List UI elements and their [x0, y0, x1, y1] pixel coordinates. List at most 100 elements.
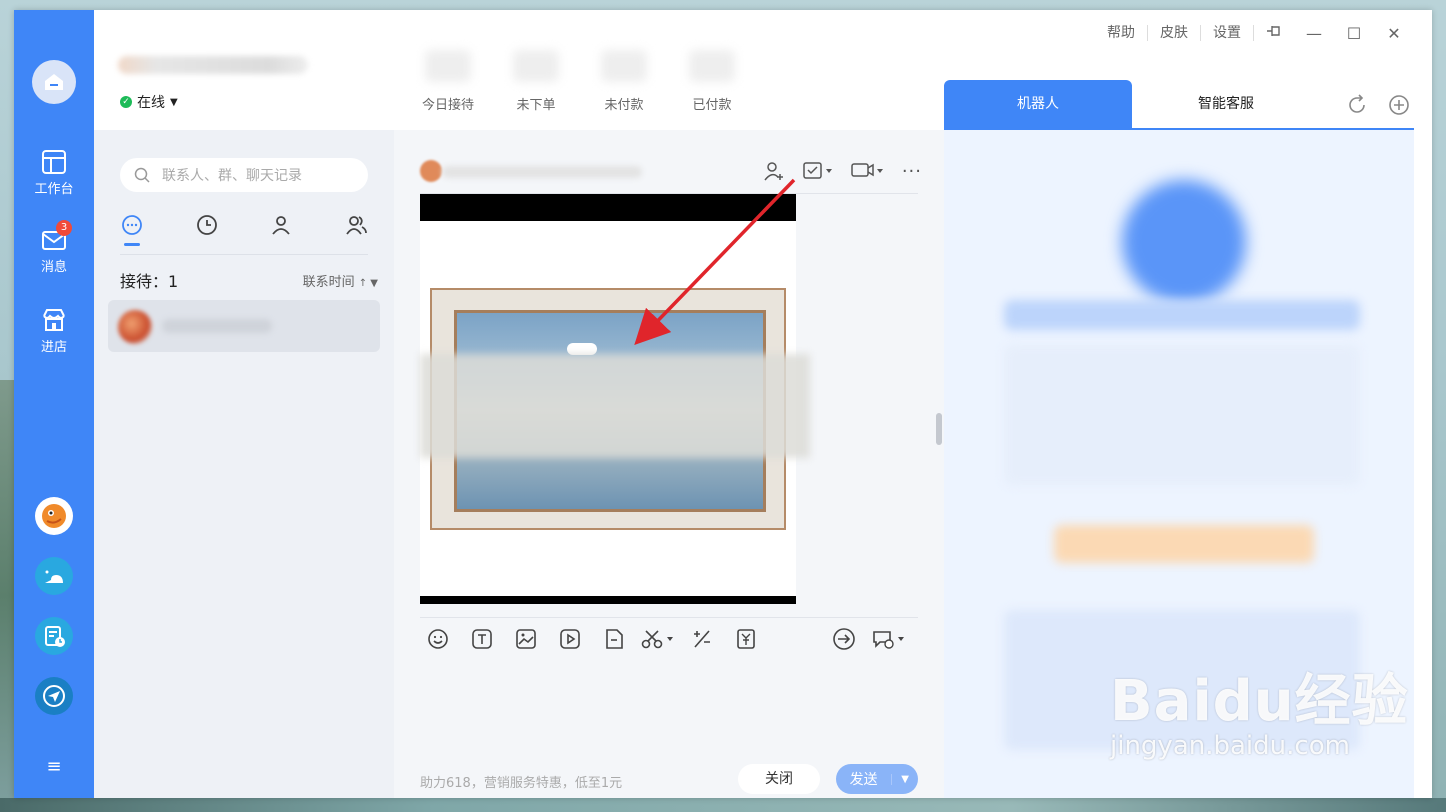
- rail-item-workbench[interactable]: 工作台: [14, 148, 94, 197]
- close-icon[interactable]: ✕: [1374, 24, 1414, 43]
- help-link[interactable]: 帮助: [1095, 25, 1148, 41]
- search-input[interactable]: 联系人、群、聊天记录: [120, 158, 368, 192]
- shop-name-blurred: [118, 56, 308, 74]
- video-icon[interactable]: [556, 626, 584, 652]
- tab-history[interactable]: [195, 210, 219, 254]
- blurred-content: [1004, 345, 1360, 485]
- stat-unpaid: 未付款: [584, 50, 664, 113]
- search-icon: [134, 167, 150, 183]
- stat-label: 已付款: [692, 98, 732, 113]
- skin-link[interactable]: 皮肤: [1148, 25, 1201, 41]
- paper-plane-app-icon[interactable]: [35, 677, 73, 715]
- quick-reply-icon[interactable]: [870, 626, 910, 652]
- stat-label: 今日接待: [421, 98, 474, 113]
- chat-contact-avatar: [420, 160, 442, 182]
- home-icon: [45, 74, 63, 90]
- video-call-icon[interactable]: [850, 160, 886, 182]
- stat-value-blurred: [513, 50, 559, 82]
- schedule-app-icon[interactable]: [35, 617, 73, 655]
- close-button[interactable]: 关闭: [738, 764, 820, 794]
- add-icon[interactable]: [1388, 94, 1410, 116]
- chat-header-tools: ···: [762, 160, 922, 182]
- contact-tab-icon: [272, 216, 291, 235]
- file-icon[interactable]: [600, 626, 628, 652]
- maximize-icon[interactable]: ☐: [1334, 24, 1374, 43]
- editor-toolbar: [424, 624, 918, 654]
- stat-value-blurred: [425, 50, 471, 82]
- contact-avatar: [118, 310, 152, 344]
- user-avatar[interactable]: [32, 60, 76, 104]
- conversation-item[interactable]: [108, 300, 380, 352]
- stat-label: 未下单: [516, 98, 556, 113]
- hamburger-menu-icon[interactable]: ≡: [44, 756, 64, 777]
- stat-today-reception: 今日接待: [408, 50, 488, 113]
- rail-item-store[interactable]: 进店: [14, 306, 94, 355]
- image-icon[interactable]: [512, 626, 540, 652]
- chat-panel: ··· 助力618，营销服务特惠，低至1元 关闭 发送 ▼: [394, 130, 944, 798]
- rail-item-label: 进店: [40, 340, 67, 355]
- robot-shield-icon: [1122, 180, 1246, 304]
- tab-smart-service[interactable]: 智能客服: [1132, 80, 1320, 128]
- stat-label: 未付款: [604, 98, 644, 113]
- task-check-icon[interactable]: [802, 160, 834, 182]
- shared-painting-image[interactable]: [420, 194, 810, 604]
- sort-arrow-icon: ↑ ▼: [358, 278, 378, 289]
- more-options-icon[interactable]: ···: [902, 161, 922, 182]
- tab-groups[interactable]: [344, 210, 368, 254]
- workbench-icon: [42, 150, 66, 174]
- group-tab-icon: [346, 216, 367, 235]
- contact-name-blurred: [162, 319, 272, 333]
- add-contact-icon[interactable]: [762, 160, 786, 182]
- rail-item-messages[interactable]: 3 消息: [14, 220, 94, 275]
- tab-robot[interactable]: 机器人: [944, 80, 1132, 128]
- online-status-dropdown[interactable]: ✓ 在线 ▼: [120, 92, 178, 112]
- transfer-icon[interactable]: [830, 626, 858, 652]
- unread-badge: 3: [56, 220, 72, 236]
- conversation-list-panel: 联系人、群、聊天记录 接待：1 联系时间 ↑ ▼: [94, 130, 394, 798]
- image-letterbox-top: [420, 194, 796, 221]
- stat-value-blurred: [601, 50, 647, 82]
- settings-link[interactable]: 设置: [1201, 25, 1254, 41]
- left-rail: 工作台 3 消息 进店 ≡: [14, 10, 94, 798]
- rail-item-label: 消息: [40, 260, 67, 275]
- promo-text[interactable]: 助力618，营销服务特惠，低至1元: [420, 772, 622, 791]
- desktop-background-shore: [0, 798, 1446, 812]
- send-label: 发送: [849, 772, 878, 788]
- tab-contacts[interactable]: [269, 210, 293, 254]
- calculator-icon[interactable]: [688, 626, 716, 652]
- send-button[interactable]: 发送 ▼: [836, 764, 918, 794]
- baidu-watermark: Baidu经验 jingyan.baidu.com: [1110, 656, 1409, 761]
- chat-contact-name-blurred: [442, 166, 642, 178]
- fish-mascot-app-icon[interactable]: [35, 497, 73, 535]
- online-check-icon: ✓: [120, 96, 132, 108]
- caret-down-icon: ▼: [170, 96, 178, 108]
- history-tab-icon: [196, 215, 217, 235]
- minimize-icon[interactable]: —: [1294, 24, 1334, 43]
- rail-item-label: 工作台: [34, 182, 74, 197]
- stat-value-blurred: [689, 50, 735, 82]
- stat-not-ordered: 未下单: [496, 50, 576, 113]
- pin-icon[interactable]: [1254, 22, 1294, 44]
- watermark-main: Baidu经验: [1110, 669, 1409, 734]
- sort-dropdown[interactable]: 联系时间 ↑ ▼: [303, 271, 378, 290]
- blurred-content: [1054, 525, 1314, 563]
- emoji-icon[interactable]: [424, 626, 452, 652]
- snail-app-icon[interactable]: [35, 557, 73, 595]
- image-letterbox-bottom: [420, 596, 796, 604]
- text-icon[interactable]: [468, 626, 496, 652]
- image-blur-overlay: [420, 354, 810, 458]
- send-options-caret-icon[interactable]: ▼: [891, 773, 918, 785]
- tab-chats[interactable]: [120, 210, 144, 254]
- status-label: 在线: [137, 95, 165, 111]
- assistant-tabs: 机器人 智能客服: [944, 80, 1414, 130]
- store-icon: [43, 309, 65, 331]
- reception-count: 接待：1: [120, 272, 179, 291]
- chat-scrollbar[interactable]: [936, 413, 942, 445]
- sort-label: 联系时间: [302, 275, 355, 290]
- search-placeholder: 联系人、群、聊天记录: [162, 168, 302, 184]
- price-icon[interactable]: [732, 626, 760, 652]
- stat-paid: 已付款: [672, 50, 752, 113]
- refresh-icon[interactable]: [1346, 94, 1368, 116]
- scissors-icon[interactable]: [640, 626, 680, 652]
- chat-tab-icon: [122, 215, 142, 235]
